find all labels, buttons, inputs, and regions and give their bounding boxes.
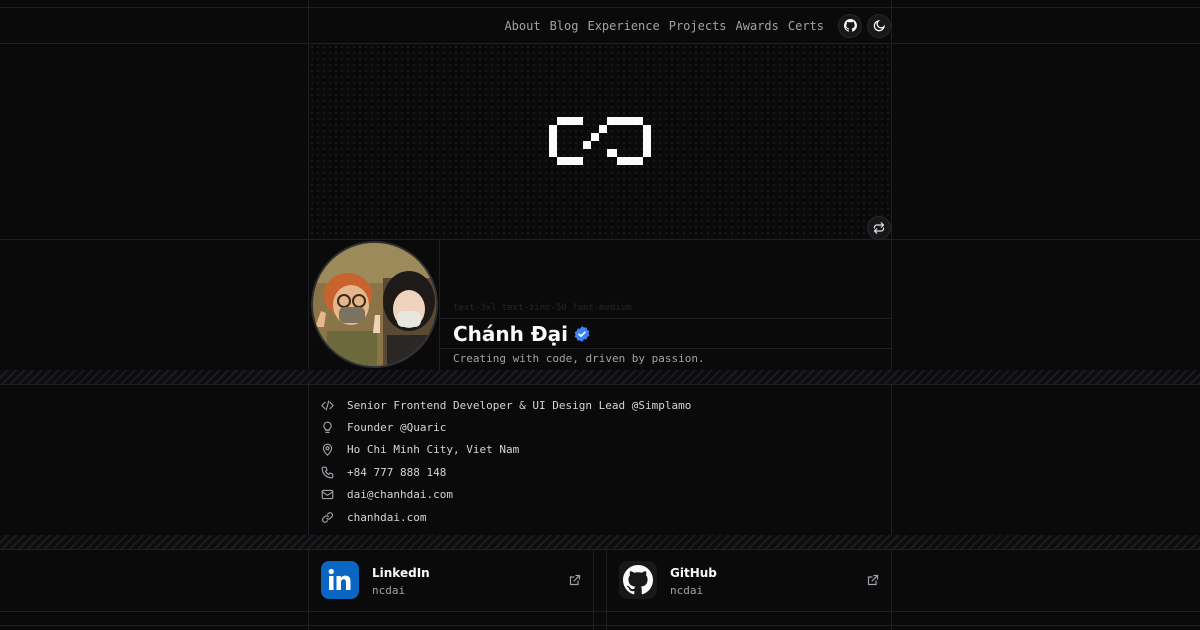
info-item-phone[interactable]: +84 777 888 148 (320, 461, 691, 483)
phone-icon (321, 466, 333, 479)
external-link-icon (569, 574, 581, 586)
nav-link-projects[interactable]: Projects (669, 19, 727, 33)
nav-link-experience[interactable]: Experience (587, 19, 659, 33)
grid-line (0, 384, 1200, 385)
github-icon (619, 561, 657, 599)
theme-toggle-button[interactable] (867, 13, 891, 38)
card-title: GitHub (670, 566, 717, 580)
info-text: Ho Chi Minh City, Viet Nam (347, 443, 520, 457)
map-pin-icon (322, 444, 332, 457)
pixel-logo-icon (549, 117, 651, 165)
swap-banner-button[interactable] (867, 216, 891, 240)
grid-line (439, 240, 440, 370)
social-card-github[interactable]: GitHub ncdai (607, 549, 891, 611)
avatar (311, 241, 438, 368)
info-list: Senior Frontend Developer & UI Design Le… (320, 394, 691, 528)
info-text: Founder @Quaric (347, 421, 447, 435)
social-card-linkedin[interactable]: LinkedIn ncdai (309, 549, 593, 611)
linkedin-icon (321, 561, 359, 599)
grid-line (0, 611, 1200, 612)
divider-hatch (0, 370, 1200, 384)
card-handle: ncdai (670, 584, 704, 597)
profile-name-row: Chánh Đại (453, 320, 590, 348)
info-item-location: Ho Chi Minh City, Viet Nam (320, 439, 691, 461)
grid-line (0, 625, 1200, 626)
github-icon (843, 19, 857, 32)
external-link-icon (867, 574, 879, 586)
divider-hatch (0, 535, 1200, 549)
grid-line (440, 318, 891, 319)
card-title: LinkedIn (372, 566, 430, 580)
repeat-icon (873, 222, 885, 234)
nav-link-certs[interactable]: Certs (788, 19, 824, 33)
profile-name: Chánh Đại (453, 322, 568, 346)
grid-line (0, 549, 1200, 550)
info-text: chanhdai.com (347, 510, 427, 524)
info-item-website[interactable]: chanhdai.com (320, 506, 691, 528)
nav-link-blog[interactable]: Blog (550, 19, 579, 33)
info-item-job: Senior Frontend Developer & UI Design Le… (320, 394, 691, 416)
profile-tagline: Creating with code, driven by passion. (453, 352, 705, 365)
top-nav: About Blog Experience Projects Awards Ce… (504, 8, 891, 43)
verified-badge-icon (574, 326, 590, 342)
info-text: dai@chanhdai.com (347, 488, 453, 502)
info-item-founder: Founder @Quaric (320, 416, 691, 438)
code-icon (320, 400, 334, 411)
nav-link-awards[interactable]: Awards (736, 19, 779, 33)
grid-line (593, 549, 594, 630)
mail-icon (321, 490, 333, 500)
lightbulb-icon (322, 421, 332, 434)
nav-link-about[interactable]: About (504, 19, 540, 33)
moon-icon (873, 20, 885, 32)
avatar-illustration (313, 243, 436, 366)
class-hint-text: text-3xl text-zinc-50 font-medium (453, 303, 632, 313)
github-button[interactable] (838, 13, 862, 38)
info-item-email[interactable]: dai@chanhdai.com (320, 484, 691, 506)
card-handle: ncdai (372, 584, 406, 597)
grid-line (440, 348, 891, 349)
info-text: Senior Frontend Developer & UI Design Le… (347, 398, 692, 412)
link-icon (321, 511, 333, 523)
info-text: +84 777 888 148 (347, 465, 447, 479)
